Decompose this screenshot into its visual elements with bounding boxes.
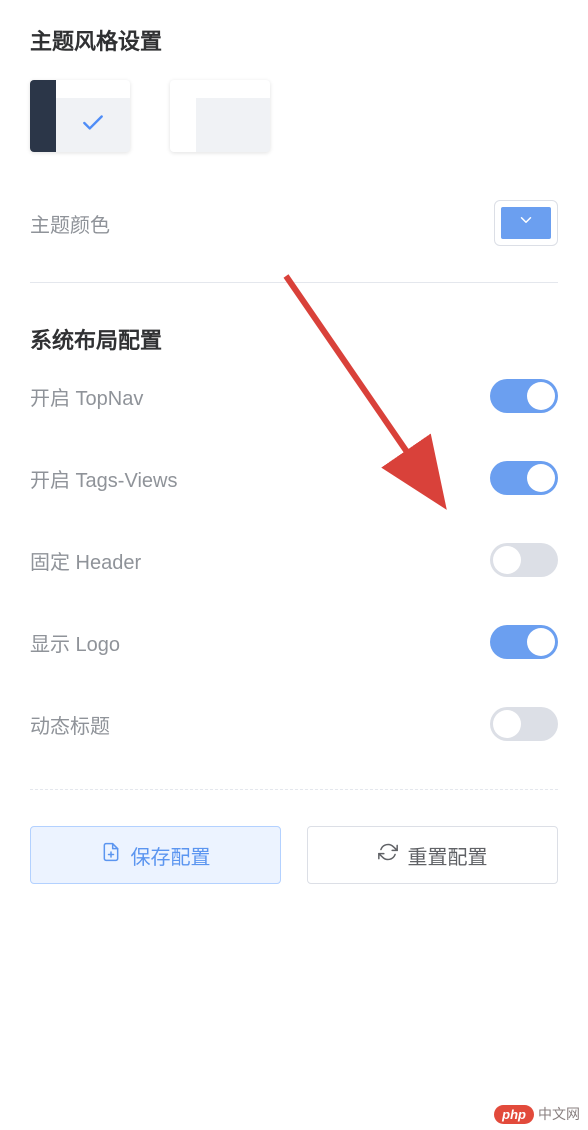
chevron-down-icon <box>517 211 535 235</box>
color-swatch <box>501 207 551 239</box>
theme-card-body <box>56 80 130 152</box>
check-icon <box>80 110 106 141</box>
toggle-knob <box>527 464 555 492</box>
toggle-row-logo: 显示 Logo <box>30 625 558 659</box>
theme-card-body <box>196 80 270 152</box>
theme-color-picker[interactable] <box>494 200 558 246</box>
toggle-label: 显示 Logo <box>30 628 120 657</box>
toggle-label: 开启 TopNav <box>30 382 143 411</box>
refresh-icon <box>378 842 398 868</box>
reset-button-label: 重置配置 <box>408 841 488 870</box>
toggle-label: 开启 Tags-Views <box>30 464 177 493</box>
toggle-row-topnav: 开启 TopNav <box>30 379 558 413</box>
save-config-button[interactable]: 保存配置 <box>30 826 281 884</box>
theme-card-header <box>56 80 130 98</box>
toggle-knob <box>493 710 521 738</box>
divider <box>30 789 558 790</box>
toggle-label: 动态标题 <box>30 710 110 739</box>
watermark-badge: php <box>494 1105 534 1124</box>
watermark-text: 中文网 <box>538 1104 580 1124</box>
layout-section-title: 系统布局配置 <box>30 323 558 355</box>
action-buttons: 保存配置 重置配置 <box>30 826 558 884</box>
toggle-row-tagsviews: 开启 Tags-Views <box>30 461 558 495</box>
toggle-knob <box>527 382 555 410</box>
theme-color-row: 主题颜色 <box>30 200 558 283</box>
reset-config-button[interactable]: 重置配置 <box>307 826 558 884</box>
theme-card-sidebar-dark <box>30 80 56 152</box>
document-add-icon <box>101 842 121 868</box>
toggle-tagsviews[interactable] <box>490 461 558 495</box>
theme-card-content <box>56 98 130 152</box>
theme-options <box>30 80 558 152</box>
theme-card-sidebar-light <box>170 80 196 152</box>
toggle-knob <box>527 628 555 656</box>
theme-option-light[interactable] <box>170 80 270 152</box>
theme-color-label: 主题颜色 <box>30 209 110 238</box>
toggle-header[interactable] <box>490 543 558 577</box>
toggle-row-dynamictitle: 动态标题 <box>30 707 558 741</box>
toggle-topnav[interactable] <box>490 379 558 413</box>
toggle-row-header: 固定 Header <box>30 543 558 577</box>
theme-card-content <box>196 98 270 152</box>
toggle-dynamictitle[interactable] <box>490 707 558 741</box>
save-button-label: 保存配置 <box>131 841 211 870</box>
watermark: php 中文网 <box>494 1104 580 1124</box>
theme-option-dark[interactable] <box>30 80 130 152</box>
theme-card-header <box>196 80 270 98</box>
toggle-label: 固定 Header <box>30 546 141 575</box>
toggle-knob <box>493 546 521 574</box>
toggle-logo[interactable] <box>490 625 558 659</box>
theme-section-title: 主题风格设置 <box>30 24 558 56</box>
